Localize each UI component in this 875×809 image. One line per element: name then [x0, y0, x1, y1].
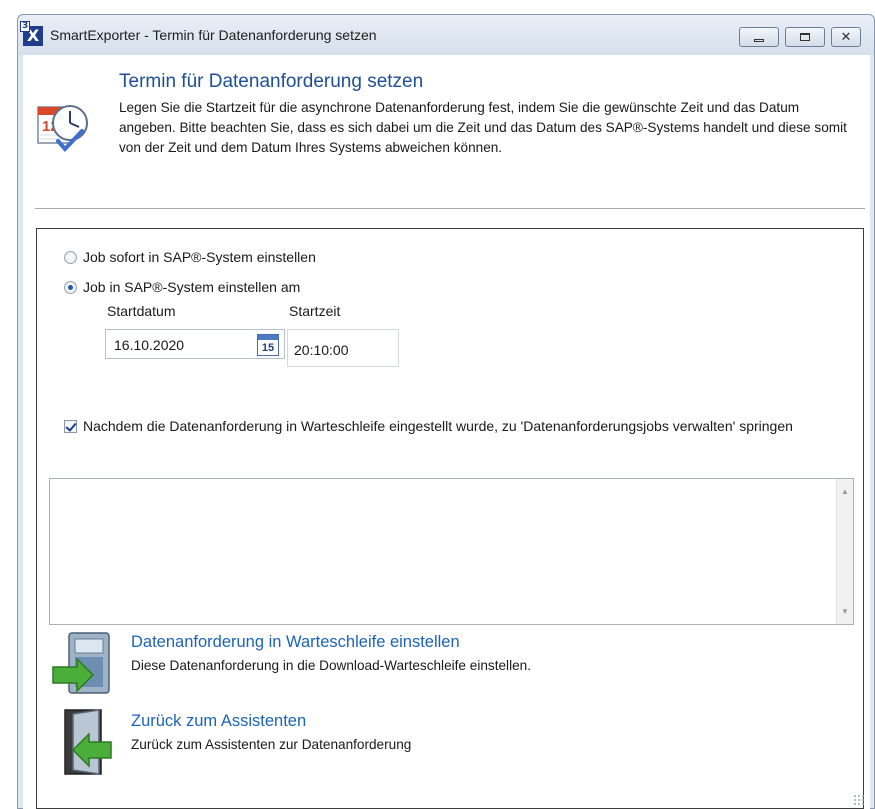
back-action-link[interactable]: Zurück zum Assistenten [131, 712, 411, 731]
header-divider [35, 208, 865, 209]
options-panel: Job sofort in SAP®-System einstellen Job… [36, 228, 864, 809]
startdatum-field[interactable]: 16.10.2020 15 [105, 329, 285, 359]
close-icon: ✕ [840, 29, 852, 45]
minimize-button[interactable] [739, 27, 779, 47]
startzeit-label: Startzeit [289, 303, 341, 319]
queue-action-description: Diese Datenanforderung in die Download-W… [131, 658, 531, 673]
radio-immediate[interactable]: Job sofort in SAP®-System einstellen [64, 249, 316, 265]
app-icon-superscript: 3 [20, 21, 31, 32]
scroll-up-icon[interactable]: ▲ [841, 487, 849, 496]
resize-grip[interactable] [853, 794, 865, 806]
radio-button-checked[interactable] [64, 280, 77, 294]
queue-action[interactable]: Datenanforderung in Warteschleife einste… [49, 629, 531, 699]
calendar-clock-icon: 12 [37, 105, 88, 152]
jump-checkbox[interactable] [64, 420, 77, 433]
page-description: Legen Sie die Startzeit für die asynchro… [119, 100, 847, 155]
calendar-picker-icon[interactable]: 15 [257, 334, 279, 356]
app-icon: 3 X [20, 21, 43, 46]
back-door-icon [64, 709, 112, 775]
queue-action-link[interactable]: Datenanforderung in Warteschleife einste… [131, 633, 531, 652]
window-title: SmartExporter - Termin für Datenanforder… [50, 27, 377, 43]
dialog-content: 12 Termin für Datenanforderung setzen Le… [23, 55, 870, 809]
jump-checkbox-row[interactable]: Nachdem die Datenanforderung in Wartesch… [64, 416, 844, 437]
back-action-description: Zurück zum Assistenten zur Datenanforder… [131, 737, 412, 752]
jump-checkbox-label: Nachdem die Datenanforderung in Wartesch… [83, 418, 793, 434]
startzeit-value: 20:10:00 [294, 342, 349, 358]
maximize-icon [800, 33, 810, 41]
startdatum-value: 16.10.2020 [114, 337, 185, 353]
log-textarea[interactable]: ▲ ▼ [49, 478, 854, 625]
minimize-icon [754, 38, 764, 42]
title-bar[interactable]: 3 X SmartExporter - Termin für Datenanfo… [18, 15, 874, 55]
startdatum-label: Startdatum [107, 303, 176, 319]
radio-immediate-label: Job sofort in SAP®-System einstellen [83, 249, 316, 265]
dialog-window: 3 X SmartExporter - Termin für Datenanfo… [17, 14, 875, 809]
scroll-down-icon[interactable]: ▼ [841, 607, 849, 616]
close-button[interactable]: ✕ [831, 27, 861, 47]
vertical-scrollbar[interactable]: ▲ ▼ [836, 479, 853, 624]
radio-scheduled-label: Job in SAP®-System einstellen am [83, 279, 301, 295]
startzeit-field[interactable]: 20:10:00 [287, 329, 399, 367]
back-action[interactable]: Zurück zum Assistenten Zurück zum Assist… [49, 708, 411, 778]
radio-scheduled[interactable]: Job in SAP®-System einstellen am [64, 279, 300, 295]
queue-server-icon [52, 632, 110, 694]
radio-button[interactable] [64, 250, 77, 264]
page-title: Termin für Datenanforderung setzen [119, 71, 424, 92]
maximize-button[interactable] [785, 27, 825, 47]
calendar-picker-day: 15 [261, 342, 275, 354]
